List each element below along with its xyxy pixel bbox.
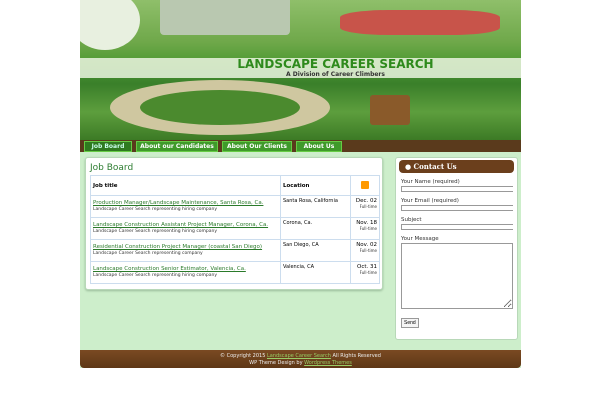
job-type: Full-time — [359, 226, 377, 231]
site-title-bar: LANDSCAPE CAREER SEARCH A Division of Ca… — [80, 58, 521, 78]
footer-site-link[interactable]: Landscape Career Search — [267, 353, 331, 359]
name-input[interactable] — [401, 186, 513, 192]
rights-text: All Rights Reserved — [332, 353, 381, 359]
nav-about-candidates[interactable]: About our Candidates — [136, 141, 218, 152]
job-subtitle: Landscape Career Search representing hir… — [93, 229, 218, 234]
job-location: Santa Rosa, California — [280, 195, 351, 218]
job-subtitle: Landscape Career Search representing hir… — [93, 207, 218, 212]
site-title[interactable]: LANDSCAPE CAREER SEARCH — [80, 58, 521, 71]
job-location: San Diego, CA — [280, 239, 351, 262]
flowerbed-decoration — [340, 10, 500, 35]
rss-icon[interactable] — [361, 180, 369, 189]
job-title-link[interactable]: Production Manager/Landscape Maintenance… — [93, 200, 278, 206]
table-row: Landscape Construction Senior Estimator,… — [90, 261, 380, 284]
garden-bed-decoration — [140, 90, 300, 125]
contact-icon: ● — [405, 162, 414, 171]
job-type: Full-time — [359, 270, 377, 275]
nav-about-clients[interactable]: About Our Clients — [222, 141, 292, 152]
col-location: Location — [280, 175, 351, 196]
job-board-title: Job Board — [90, 163, 134, 173]
nav-job-board[interactable]: Job Board — [84, 141, 132, 152]
job-location: Corona, Ca. — [280, 217, 351, 240]
header-banner: LANDSCAPE CAREER SEARCH A Division of Ca… — [80, 0, 521, 140]
contact-title: Contact Us — [413, 162, 457, 171]
email-input[interactable] — [401, 205, 513, 211]
name-label: Your Name (required) — [401, 179, 460, 185]
copyright-text: © Copyright 2015 — [220, 353, 266, 359]
job-type: Full-time — [359, 248, 377, 253]
site-subtitle: A Division of Career Climbers — [286, 71, 385, 78]
job-type: Full-time — [359, 204, 377, 209]
bench-decoration — [370, 95, 410, 125]
footer-design-link[interactable]: Wordpress Themes — [304, 360, 352, 366]
job-board-panel: Job Board Job title Location Production … — [85, 157, 383, 290]
nav-about-us[interactable]: About Us — [296, 141, 342, 152]
main-nav: Job Board About our Candidates About Our… — [80, 140, 521, 152]
job-subtitle: Landscape Career Search representing hir… — [93, 273, 218, 278]
message-label: Your Message — [401, 236, 439, 242]
job-title-link[interactable]: Landscape Construction Assistant Project… — [93, 222, 278, 228]
contact-sidebar: ● Contact Us Your Name (required) Your E… — [395, 157, 518, 340]
email-label: Your Email (required) — [401, 198, 459, 204]
job-subtitle: Landscape Career Search representing com… — [93, 251, 203, 256]
flower-decoration — [80, 0, 140, 50]
subject-label: Subject — [401, 217, 422, 223]
send-button[interactable]: Send — [401, 318, 419, 328]
subject-input[interactable] — [401, 224, 513, 230]
page-wrapper: LANDSCAPE CAREER SEARCH A Division of Ca… — [80, 0, 521, 368]
job-title-link[interactable]: Residential Construction Project Manager… — [93, 244, 278, 250]
footer: © Copyright 2015 Landscape Career Search… — [80, 350, 521, 368]
design-credit: WP Theme Design by — [249, 360, 303, 366]
table-row: Landscape Construction Assistant Project… — [90, 217, 380, 240]
contact-header: ● Contact Us — [399, 160, 514, 173]
table-header: Job title Location — [90, 175, 380, 196]
message-textarea[interactable] — [401, 243, 513, 309]
table-row: Residential Construction Project Manager… — [90, 239, 380, 262]
job-location: Valencia, CA — [280, 261, 351, 284]
job-title-link[interactable]: Landscape Construction Senior Estimator,… — [93, 266, 278, 272]
table-row: Production Manager/Landscape Maintenance… — [90, 195, 380, 218]
job-table: Job title Location Production Manager/La… — [90, 175, 380, 284]
col-job-title: Job title — [90, 175, 281, 196]
building-decoration — [160, 0, 290, 35]
